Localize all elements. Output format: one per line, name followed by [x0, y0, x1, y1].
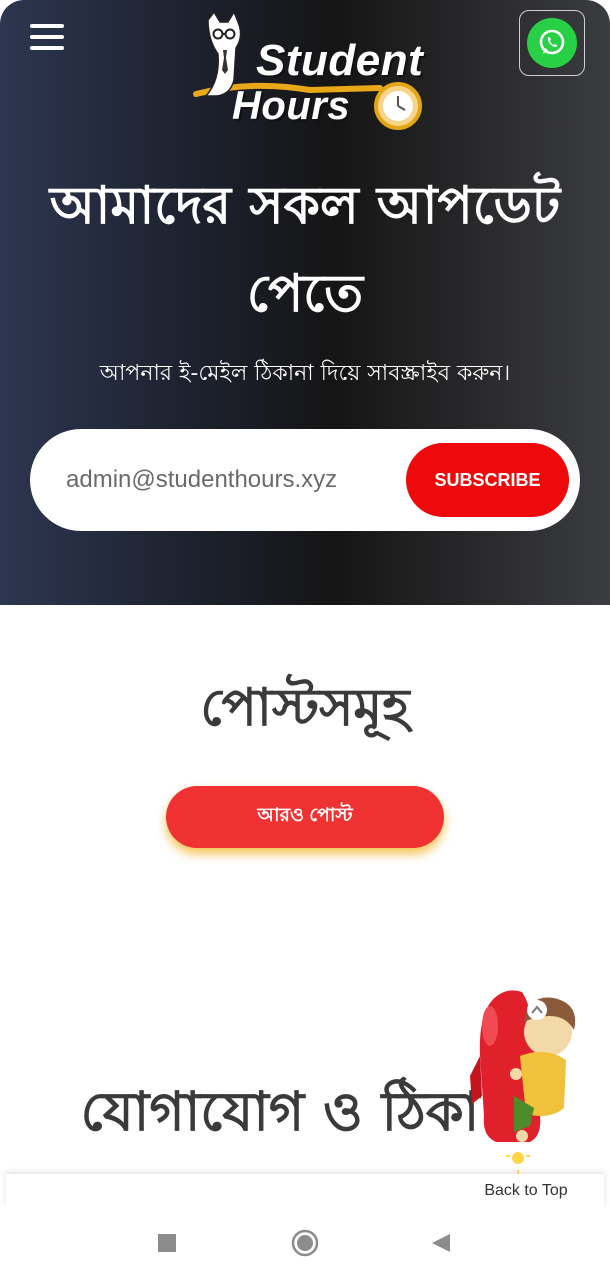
logo-text-student: Student — [256, 36, 424, 85]
subscribe-button[interactable]: SUBSCRIBE — [406, 443, 569, 517]
hero-title-line-1: আমাদের সকল আপডেট — [49, 176, 561, 236]
logo-text-hours: Hours — [232, 84, 351, 128]
back-to-top-button[interactable]: Back to Top — [470, 986, 590, 1208]
subscribe-form: SUBSCRIBE — [30, 429, 580, 531]
posts-title: পোস্টসমূহ — [200, 678, 410, 738]
hero-title-line-2: পেতে — [246, 264, 364, 324]
hero-title: আমাদের সকল আপডেট পেতে — [10, 162, 600, 338]
screen: Student Hours আমাদের সকল আপডেট পেতে আপনা… — [0, 0, 610, 1280]
rocket-mascot-icon — [470, 990, 576, 1174]
square-icon[interactable] — [158, 1234, 176, 1252]
system-nav-bar — [0, 1208, 610, 1280]
circle-icon[interactable] — [291, 1229, 319, 1261]
menu-icon[interactable] — [28, 22, 66, 52]
whatsapp-icon — [527, 18, 577, 68]
whatsapp-button[interactable] — [519, 10, 585, 76]
hero-subtitle: আপনার ই-মেইল ঠিকানা দিয়ে সাবস্ক্রাইব কর… — [99, 361, 511, 386]
email-input[interactable] — [66, 455, 396, 505]
hero-section: Student Hours আমাদের সকল আপডেট পেতে আপনা… — [0, 0, 610, 605]
site-logo[interactable]: Student Hours — [190, 10, 440, 135]
back-to-top-label: Back to Top — [484, 1182, 568, 1199]
back-triangle-icon[interactable] — [430, 1232, 452, 1258]
more-posts-button[interactable]: আরও পোস্ট — [166, 786, 444, 848]
